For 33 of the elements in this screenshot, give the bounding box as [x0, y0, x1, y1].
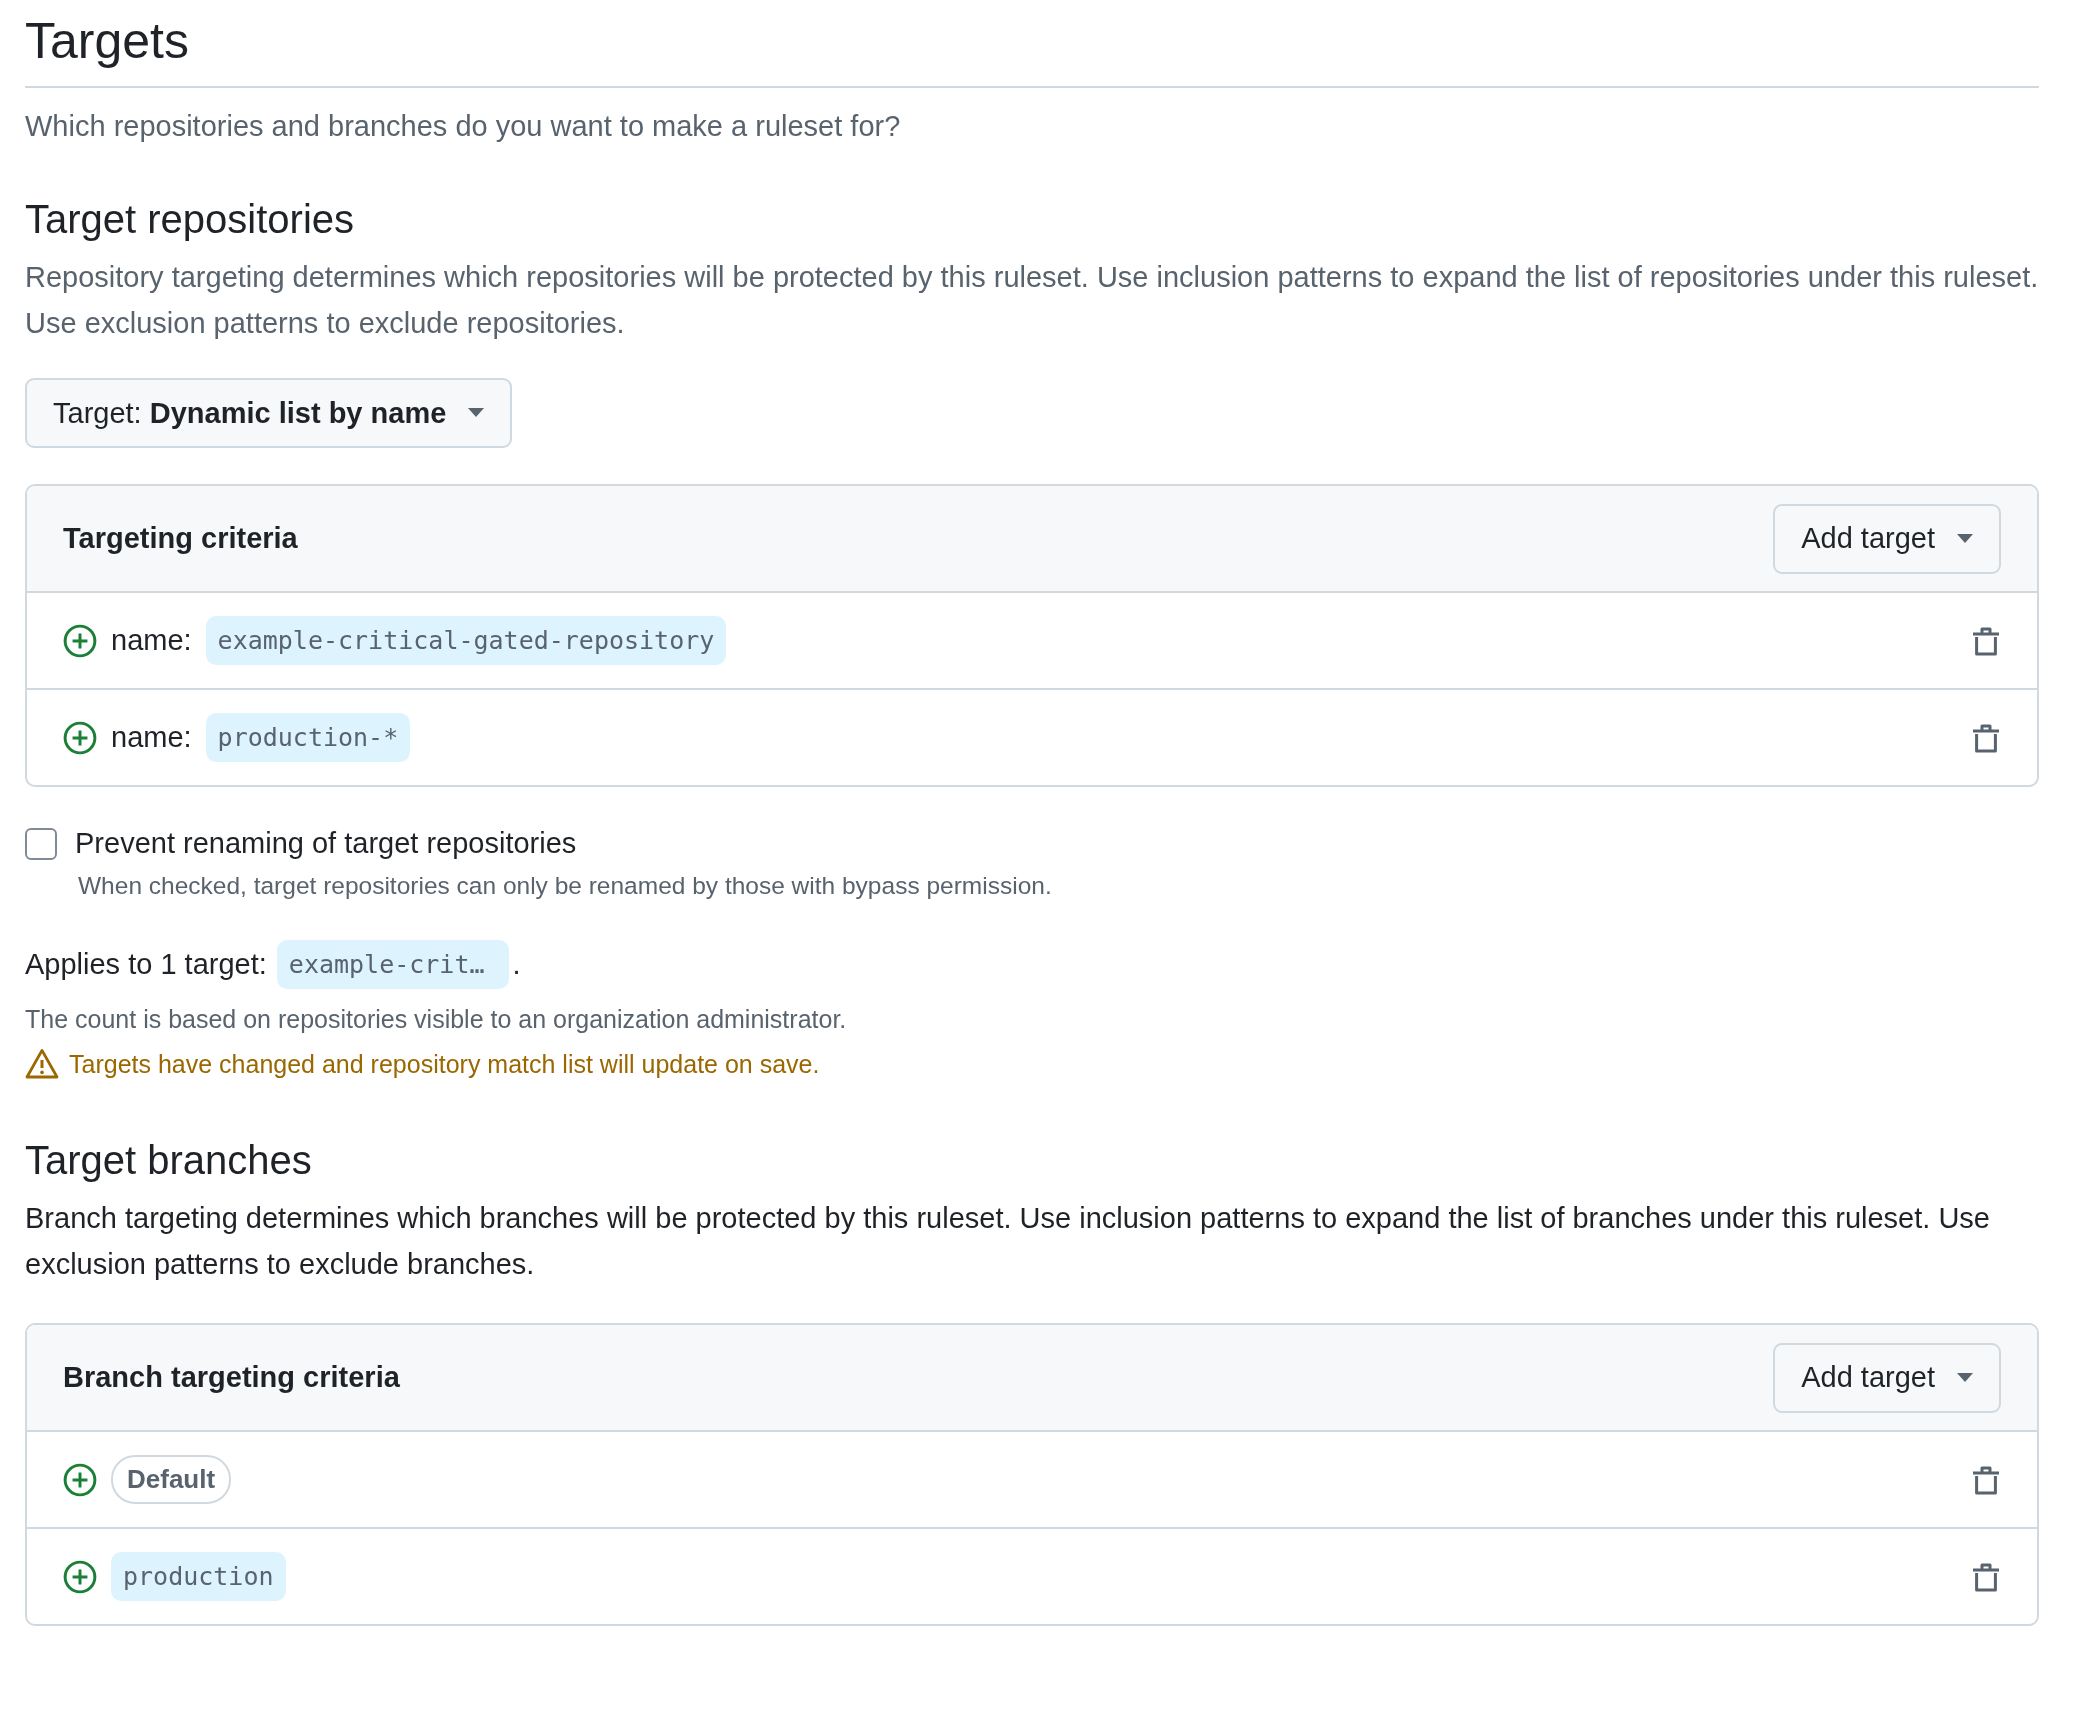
plus-circle-icon: [63, 1462, 97, 1497]
target-tag: example-crit…: [276, 940, 509, 989]
add-target-button[interactable]: Add target: [1773, 1342, 2001, 1413]
help-text: When checked, target repositories can only be renamed by those with bypass permission.: [78, 872, 1053, 900]
period-text: .: [512, 948, 521, 981]
caret-icon: [1957, 1372, 1973, 1383]
page-title: Targets: [25, 12, 2039, 88]
add-target-button[interactable]: Add target: [1773, 503, 2001, 574]
section-heading: Target branches: [25, 1138, 313, 1183]
section-description: Repository targeting determines which repositories will be protected by this ruleset. Use inclusion patterns to expand the list of repositories under this ruleset. Use exclusion patterns to exclude repositories.: [25, 260, 2039, 341]
plus-circle-icon: [63, 1559, 97, 1594]
section-heading: Target repositories: [25, 197, 356, 242]
plus-circle-icon: [63, 623, 97, 658]
section-description: Branch targeting determines which branches will be protected by this ruleset. Use inclusion patterns to expand the list of branches under this ruleset. Use exclusion patterns to exclude branches.: [25, 1201, 1991, 1282]
checkbox-label: Prevent renaming of target repositories: [75, 827, 577, 860]
name-label: name:: [111, 624, 192, 657]
warning-icon: [25, 1048, 59, 1080]
count-note: The count is based on repositories visible to an organization administrator.: [25, 1005, 848, 1034]
pattern-tag: production: [111, 1552, 286, 1601]
target-select-button[interactable]: Target: Dynamic list by name: [25, 378, 513, 448]
caret-icon: [468, 408, 485, 418]
pattern-tag: production-*: [205, 713, 411, 762]
name-label: name:: [111, 721, 192, 754]
checkbox[interactable]: [25, 827, 57, 860]
warning-text: Targets have changed and repository match list will update on save.: [69, 1049, 820, 1079]
caret-icon: [1957, 533, 1973, 544]
default-branch-tag: Default: [111, 1455, 232, 1504]
page-subtitle: Which repositories and branches do you want to make a ruleset for?: [25, 110, 902, 143]
plus-circle-icon: [63, 720, 97, 755]
applies-label: Applies to 1 target:: [25, 948, 267, 981]
panel-title: Branch targeting criteria: [63, 1361, 400, 1394]
pattern-tag: example-critical-gated-repository: [205, 616, 727, 665]
panel-title: Targeting criteria: [63, 522, 298, 555]
